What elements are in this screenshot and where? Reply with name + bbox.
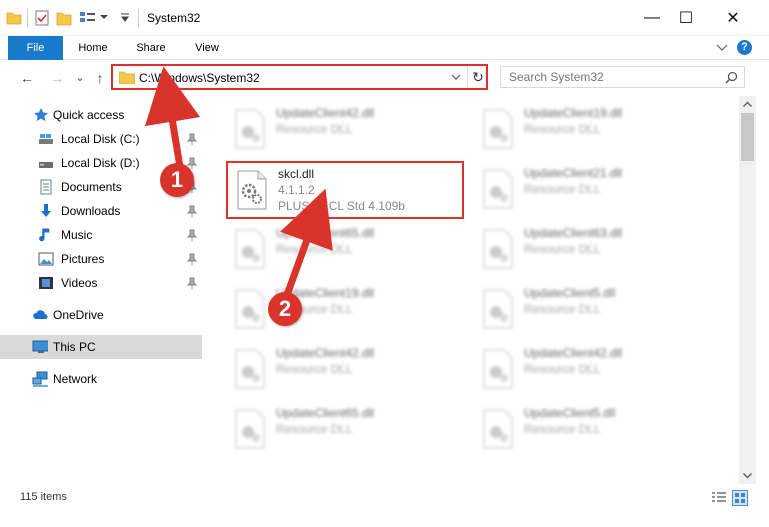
pin-icon[interactable] (187, 133, 197, 145)
address-bar[interactable]: C:\Windows\System32 ↻ (111, 64, 488, 90)
maximize-button[interactable]: ☐ (663, 0, 709, 36)
dll-file-icon (235, 409, 265, 449)
chevron-down-icon[interactable] (100, 12, 108, 22)
file-list: UpdateClient42.dll Resource DLL skcl.dll… (212, 96, 739, 484)
properties-icon[interactable] (34, 9, 50, 27)
sidebar-item-downloads[interactable]: Downloads (0, 199, 202, 223)
sidebar-item-quick-access[interactable]: Quick access (0, 103, 202, 127)
folder-icon (6, 12, 22, 25)
dll-file-icon (235, 109, 265, 149)
ribbon: File Home Share View ? (0, 36, 769, 60)
documents-icon (40, 179, 52, 195)
vertical-scrollbar[interactable] (739, 96, 756, 484)
sidebar-item-local-disk-c[interactable]: Local Disk (C:) (0, 127, 202, 151)
file-item[interactable]: UpdateClient63.dll Resource DLL (472, 220, 712, 276)
file-item[interactable]: UpdateClient19.dll Resource DLL (472, 100, 712, 156)
tab-file[interactable]: File (8, 36, 63, 60)
file-highlight-box (226, 161, 464, 219)
address-path[interactable]: C:\Windows\System32 (139, 71, 260, 85)
expand-ribbon-icon[interactable] (716, 44, 728, 52)
sidebar-item-music[interactable]: Music (0, 223, 202, 247)
navigation-pane: Quick access Local Disk (C:) Local Disk … (0, 96, 212, 484)
dll-file-icon (483, 109, 513, 149)
file-item[interactable]: UpdateClient42.dll Resource DLL (472, 340, 712, 396)
dll-file-icon (235, 349, 265, 389)
chevron-down-icon[interactable] (451, 74, 461, 82)
up-button[interactable]: ↑ (90, 68, 110, 88)
pin-icon[interactable] (187, 277, 197, 289)
cloud-icon (33, 310, 48, 319)
videos-icon (39, 277, 53, 289)
music-icon (39, 228, 50, 242)
search-box[interactable] (500, 66, 745, 88)
scroll-down-icon[interactable] (739, 467, 756, 484)
dll-file-icon (483, 349, 513, 389)
sidebar-item-onedrive[interactable]: OneDrive (0, 303, 202, 327)
file-item[interactable]: UpdateClient65.dll Resource DLL (224, 220, 464, 276)
window-title: System32 (147, 11, 201, 25)
tab-home[interactable]: Home (68, 36, 118, 60)
item-count: 115 items (20, 491, 67, 503)
recent-locations-button[interactable]: ⌄ (70, 68, 90, 88)
computer-icon (32, 340, 48, 353)
callout-step-2: 2 (268, 292, 302, 326)
back-button[interactable]: ← (17, 68, 37, 88)
title-bar: System32 — ☐ ✕ (0, 0, 769, 36)
search-icon[interactable] (725, 71, 738, 84)
network-icon (32, 371, 48, 387)
dll-file-icon (235, 289, 265, 329)
drive-icon (39, 162, 53, 168)
pin-icon[interactable] (187, 229, 197, 241)
pictures-icon (38, 252, 54, 266)
help-button[interactable]: ? (737, 40, 752, 55)
pin-icon[interactable] (187, 253, 197, 265)
scroll-up-icon[interactable] (739, 96, 756, 113)
sidebar-item-pictures[interactable]: Pictures (0, 247, 202, 271)
file-item[interactable]: UpdateClient5.dll Resource DLL (472, 400, 712, 456)
drive-icon (39, 134, 53, 144)
callout-step-1: 1 (160, 163, 194, 197)
sidebar-item-this-pc[interactable]: This PC (0, 335, 202, 359)
dll-file-icon (483, 229, 513, 269)
new-folder-icon[interactable] (56, 9, 72, 27)
close-button[interactable]: ✕ (710, 0, 756, 36)
file-item[interactable]: UpdateClient21.dll Resource DLL (472, 160, 712, 216)
file-item[interactable]: UpdateClient19.dll Resource DLL (224, 280, 464, 336)
dll-file-icon (483, 409, 513, 449)
view-options-icon[interactable] (78, 9, 98, 27)
file-item[interactable]: UpdateClient65.dll Resource DLL (224, 400, 464, 456)
pin-icon[interactable] (187, 205, 197, 217)
sidebar-item-videos[interactable]: Videos (0, 271, 202, 295)
details-view-icon[interactable] (711, 491, 727, 505)
customize-quick-access-icon[interactable] (120, 13, 130, 23)
tab-share[interactable]: Share (126, 36, 176, 60)
dll-file-icon (483, 289, 513, 329)
tab-view[interactable]: View (182, 36, 232, 60)
folder-icon (119, 71, 135, 84)
star-icon (34, 108, 48, 122)
file-item[interactable]: UpdateClient42.dll Resource DLL (224, 100, 464, 156)
download-icon (41, 204, 51, 217)
forward-button[interactable]: → (47, 68, 67, 88)
status-bar: 115 items (0, 484, 769, 511)
refresh-button[interactable]: ↻ (470, 68, 486, 86)
file-item[interactable]: UpdateClient42.dll Resource DLL (224, 340, 464, 396)
dll-file-icon (483, 169, 513, 209)
dll-file-icon (235, 229, 265, 269)
large-icons-view-icon[interactable] (732, 490, 748, 506)
file-item[interactable]: UpdateClient5.dll Resource DLL (472, 280, 712, 336)
search-input[interactable] (509, 70, 709, 84)
sidebar-item-network[interactable]: Network (0, 367, 202, 391)
scrollbar-thumb[interactable] (741, 113, 754, 161)
